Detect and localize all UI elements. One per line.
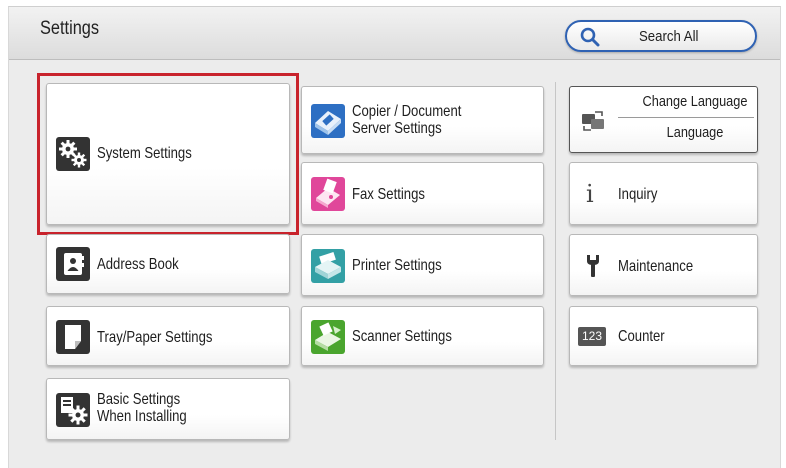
address-book-tile[interactable]: Address Book <box>46 234 290 294</box>
fax-settings-label: Fax Settings <box>352 186 425 203</box>
copier-label-line2: Server Settings <box>352 120 442 137</box>
info-icon: i <box>586 180 594 208</box>
selection-highlight <box>37 73 299 235</box>
header-bar: Settings Search All <box>9 7 780 60</box>
counter-label: Counter <box>618 328 665 345</box>
counter-123-icon: 123 <box>578 327 606 346</box>
tray-paper-settings-label: Tray/Paper Settings <box>97 329 213 346</box>
counter-tile[interactable]: 123 Counter <box>569 306 758 366</box>
maintenance-tile[interactable]: Maintenance <box>569 234 758 296</box>
fax-icon <box>311 177 345 211</box>
tray-paper-settings-tile[interactable]: Tray/Paper Settings <box>46 306 290 366</box>
basic-settings-tile[interactable]: Basic Settings When Installing <box>46 378 290 440</box>
inquiry-tile[interactable]: i Inquiry <box>569 162 758 225</box>
search-all-button[interactable]: Search All <box>565 20 757 52</box>
printer-settings-label: Printer Settings <box>352 257 442 274</box>
maintenance-label: Maintenance <box>618 258 694 275</box>
change-language-tile[interactable]: Change Language Language <box>569 86 758 153</box>
scanner-settings-label: Scanner Settings <box>352 328 452 345</box>
language-swap-icon <box>580 109 606 133</box>
change-language-label: Change Language <box>642 93 748 110</box>
contact-card-icon <box>56 247 90 281</box>
search-icon <box>580 27 600 47</box>
scanner-settings-tile[interactable]: Scanner Settings <box>301 306 544 366</box>
column-divider <box>555 82 556 440</box>
copier-label-line1: Copier / Document <box>352 103 462 120</box>
copier-document-server-settings-tile[interactable]: Copier / Document Server Settings <box>301 86 544 154</box>
printer-icon <box>311 249 345 283</box>
language-separator <box>618 117 754 118</box>
page-title: Settings <box>40 18 100 39</box>
counter-icon-text: 123 <box>581 329 603 343</box>
search-all-label: Search All <box>639 28 699 45</box>
inquiry-label: Inquiry <box>618 186 658 203</box>
basic-settings-label-line1: Basic Settings <box>97 391 181 408</box>
address-book-label: Address Book <box>97 256 179 273</box>
copier-icon <box>311 104 345 138</box>
basic-settings-label-line2: When Installing <box>97 408 187 425</box>
install-gear-icon <box>56 393 90 427</box>
language-label: Language <box>666 124 724 141</box>
settings-screen: Settings Search All System Settings Addr… <box>8 6 781 468</box>
scanner-icon <box>311 320 345 354</box>
wrench-icon <box>584 253 602 279</box>
printer-settings-tile[interactable]: Printer Settings <box>301 234 544 296</box>
paper-sheet-icon <box>56 320 90 354</box>
fax-settings-tile[interactable]: Fax Settings <box>301 162 544 225</box>
